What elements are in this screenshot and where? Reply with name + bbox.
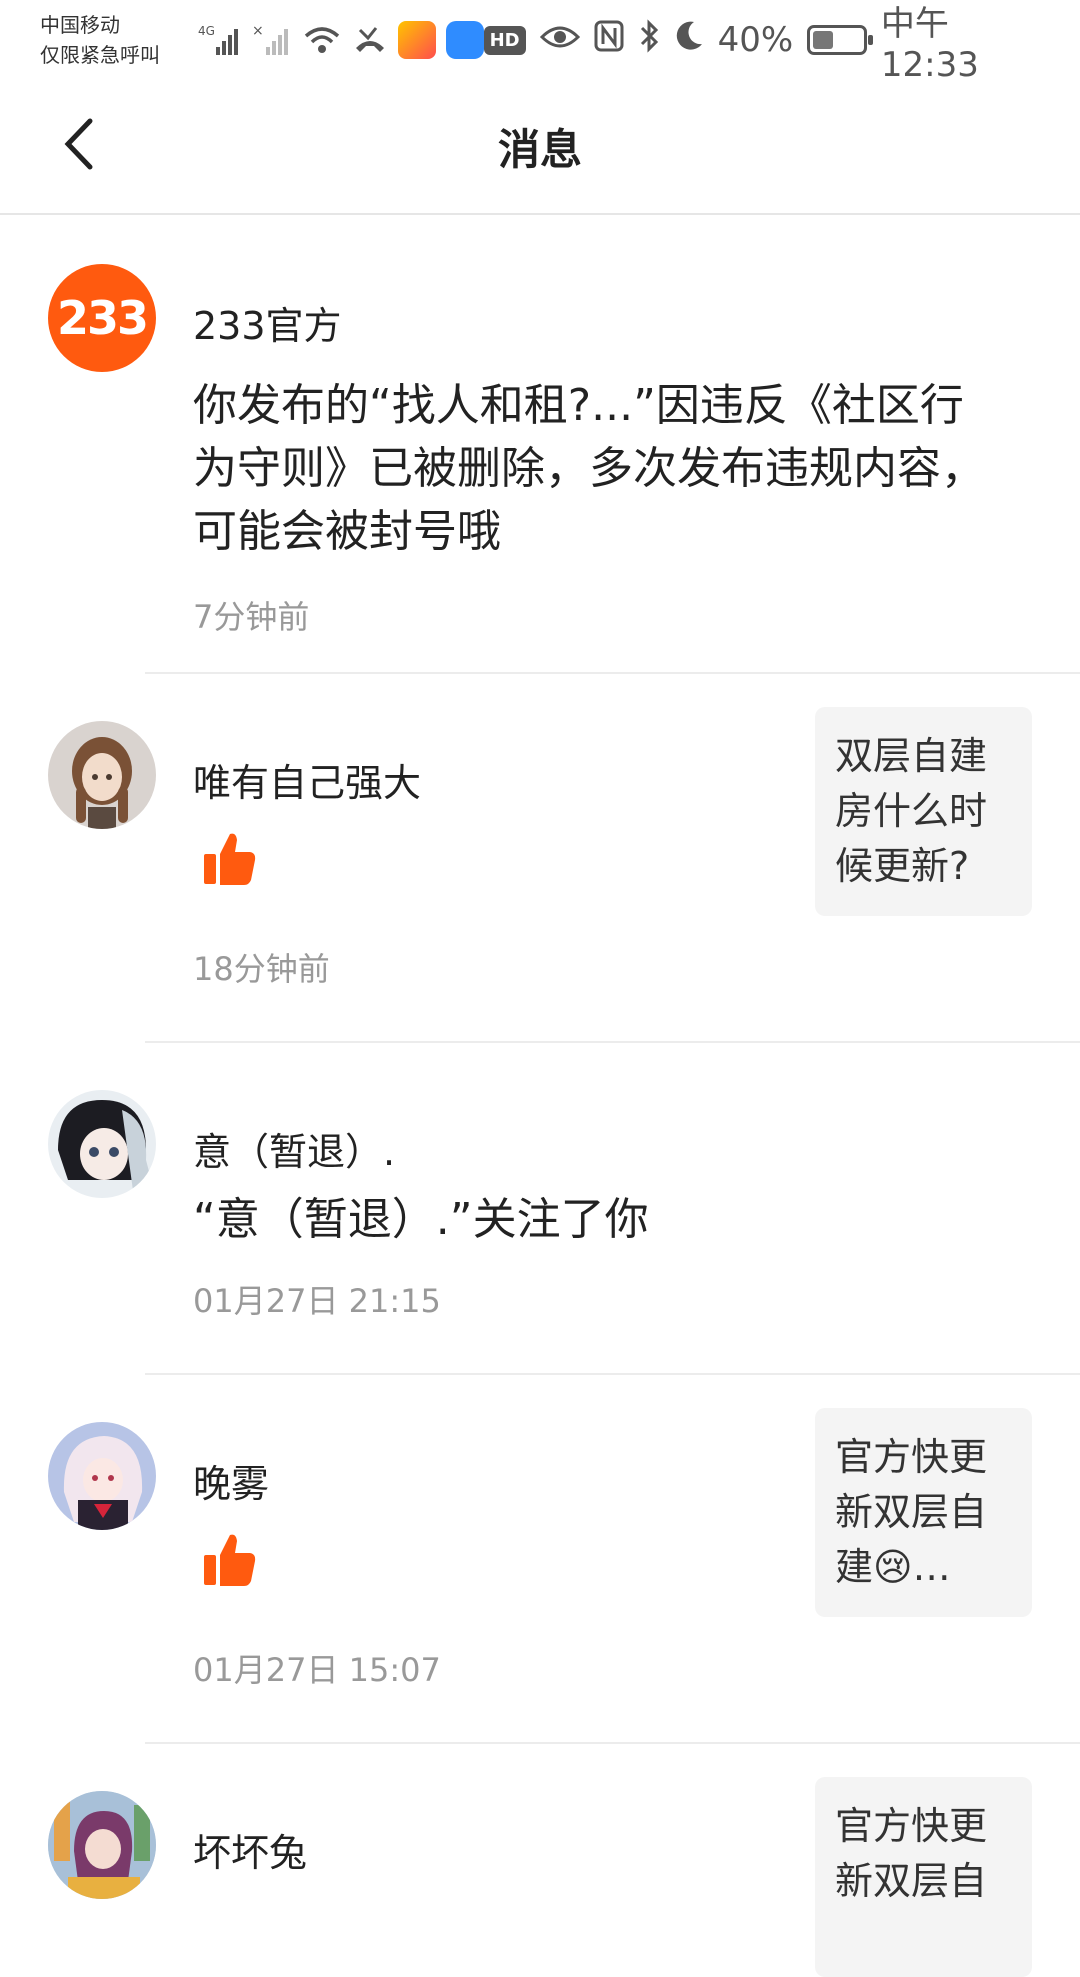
back-button[interactable]	[48, 114, 108, 174]
message-item[interactable]: 意（暂退）. “意（暂退）.”关注了你 01月27日 21:15	[0, 1043, 1080, 1375]
bluetooth-icon	[638, 18, 660, 62]
status-right: HD 40% 中午12:33	[483, 0, 1040, 85]
message-item[interactable]: 坏坏兔 官方快更新双层自	[0, 1744, 1080, 1977]
nav-bar: 消息	[0, 80, 1080, 215]
nfc-icon	[594, 20, 624, 61]
avatar-image	[58, 1100, 156, 1198]
message-item[interactable]: 唯有自己强大 18分钟前 双层自建房什么时候更新?	[0, 674, 1080, 1043]
avatar[interactable]	[48, 1422, 156, 1530]
message-item[interactable]: 233 233官方 你发布的“找人和租?...”因违反《社区行为守则》已被删除，…	[0, 217, 1080, 674]
carrier-info: 中国移动 仅限紧急呼叫	[40, 10, 188, 70]
carrier-status: 仅限紧急呼叫	[40, 43, 160, 67]
quoted-post[interactable]: 官方快更新双层自建😢…	[815, 1408, 1032, 1617]
thumbs-up-icon	[200, 1531, 258, 1589]
thumbs-up-icon	[200, 830, 258, 888]
avatar-image	[72, 737, 132, 829]
quoted-post[interactable]: 双层自建房什么时候更新?	[815, 707, 1032, 916]
app-notification-icon	[397, 21, 436, 59]
carrier-name: 中国移动	[40, 13, 120, 37]
avatar[interactable]	[48, 1090, 156, 1198]
sender-name: 坏坏兔	[193, 1831, 308, 1875]
browser-notification-icon	[445, 21, 484, 59]
sender-name: 晚雾	[193, 1462, 270, 1506]
no-sim-signal-icon: ×	[252, 21, 292, 59]
battery-icon	[807, 25, 873, 55]
signal-icon: 4G	[198, 21, 242, 59]
sender-name: 233官方	[193, 304, 342, 348]
status-bar: 中国移动 仅限紧急呼叫 4G × HD 40% 中午12:33	[0, 0, 1080, 85]
status-icons: 4G ×	[198, 21, 484, 59]
avatar[interactable]: 233	[48, 264, 156, 372]
message-item[interactable]: 晚雾 01月27日 15:07 官方快更新双层自建😢…	[0, 1375, 1080, 1744]
avatar-logo-text: 233	[56, 291, 149, 345]
avatar-image	[63, 1436, 143, 1530]
eye-comfort-icon	[539, 20, 580, 60]
moon-icon	[674, 20, 704, 61]
avatar[interactable]	[48, 1791, 156, 1899]
message-text: “意（暂退）.”关注了你	[193, 1194, 649, 1245]
page-title: 消息	[497, 125, 582, 174]
message-text: 你发布的“找人和租?...”因违反《社区行为守则》已被删除，多次发布违规内容，可…	[193, 380, 985, 557]
message-time: 7分钟前	[193, 598, 310, 636]
message-time: 01月27日 15:07	[193, 1651, 441, 1689]
avatar-image	[48, 1791, 156, 1899]
quoted-post[interactable]: 官方快更新双层自	[815, 1777, 1032, 1977]
svg-text:4G: 4G	[198, 24, 215, 38]
message-time: 18分钟前	[193, 950, 330, 988]
sender-name: 意（暂退）.	[193, 1130, 396, 1174]
missed-call-icon	[352, 21, 388, 59]
clock: 中午12:33	[880, 3, 979, 85]
message-time: 01月27日 21:15	[193, 1282, 441, 1320]
chevron-left-icon	[64, 118, 93, 170]
avatar[interactable]	[48, 721, 156, 829]
sender-name: 唯有自己强大	[193, 761, 422, 805]
wifi-icon	[302, 21, 342, 59]
svg-text:×: ×	[252, 23, 264, 39]
hd-icon: HD	[483, 25, 526, 55]
battery-percent: 40%	[717, 20, 794, 60]
message-list: 233 233官方 你发布的“找人和租?...”因违反《社区行为守则》已被删除，…	[0, 217, 1080, 1977]
